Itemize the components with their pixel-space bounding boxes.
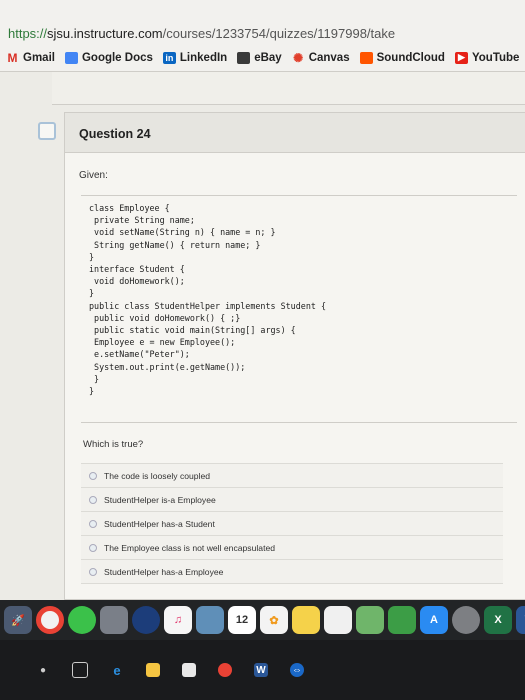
system-preferences-icon[interactable] bbox=[452, 606, 480, 634]
taskbar: ● e W ⇔ bbox=[0, 640, 525, 700]
answer-label: StudentHelper has-a Employee bbox=[104, 566, 224, 577]
bookmark-linkedin[interactable]: in LinkedIn bbox=[162, 51, 228, 64]
bookmark-label: SoundCloud bbox=[376, 51, 445, 64]
bookmark-canvas[interactable]: ✺ Canvas bbox=[292, 50, 350, 65]
notes-icon[interactable] bbox=[292, 606, 320, 634]
question-prompt: Which is true? bbox=[83, 439, 144, 450]
bookmark-youtube[interactable]: ▶ YouTube bbox=[454, 51, 520, 64]
bookmark-label: LinkedIn bbox=[179, 51, 228, 64]
teamviewer-icon[interactable]: ⇔ bbox=[290, 663, 304, 677]
docs-icon bbox=[64, 51, 78, 64]
messages-icon[interactable] bbox=[68, 606, 96, 634]
launchpad-icon[interactable]: 🚀 bbox=[4, 606, 32, 634]
answer-label: StudentHelper has-a Student bbox=[104, 518, 215, 529]
preview-icon[interactable] bbox=[196, 606, 224, 634]
soundcloud-icon bbox=[359, 51, 373, 64]
bookmark-label: Canvas bbox=[308, 51, 350, 64]
radio-button[interactable] bbox=[89, 567, 97, 576]
facetime-icon[interactable] bbox=[100, 606, 128, 634]
url-path: /courses/1233754/quizzes/1197998/take bbox=[162, 26, 396, 41]
answer-option[interactable]: The code is loosely coupled bbox=[81, 464, 503, 488]
dvd-icon[interactable] bbox=[132, 606, 160, 634]
flag-question-icon[interactable] bbox=[38, 122, 56, 140]
radio-button[interactable] bbox=[89, 495, 97, 504]
question-title: Question 24 bbox=[79, 127, 151, 141]
answer-option[interactable]: StudentHelper has-a Student bbox=[81, 512, 503, 536]
bookmark-label: Gmail bbox=[23, 51, 55, 64]
bookmark-google-docs[interactable]: Google Docs bbox=[64, 51, 153, 64]
page-header-strip bbox=[52, 72, 525, 105]
url-protocol: https:// bbox=[8, 26, 48, 41]
task-view-icon[interactable] bbox=[72, 662, 88, 678]
given-label: Given: bbox=[79, 170, 108, 181]
answer-label: StudentHelper is-a Employee bbox=[104, 494, 216, 505]
question-header: Question 24 bbox=[65, 113, 525, 153]
answer-label: The Employee class is not well encapsula… bbox=[104, 542, 276, 553]
linkedin-icon: in bbox=[162, 51, 176, 64]
code-text: class Employee { private String name; vo… bbox=[89, 203, 326, 397]
answer-option[interactable]: StudentHelper is-a Employee bbox=[81, 488, 503, 512]
photos-icon[interactable]: ✿ bbox=[260, 606, 288, 634]
answer-options: The code is loosely coupled StudentHelpe… bbox=[81, 463, 503, 584]
youtube-icon: ▶ bbox=[454, 51, 468, 64]
bookmark-ebay[interactable]: eBay bbox=[237, 51, 282, 64]
gmail-icon: M bbox=[7, 50, 18, 65]
facetime-video-icon[interactable] bbox=[388, 606, 416, 634]
ebay-icon bbox=[237, 51, 251, 64]
bookmark-label: Google Docs bbox=[81, 51, 153, 64]
bookmark-soundcloud[interactable]: SoundCloud bbox=[359, 51, 445, 64]
answer-option[interactable]: The Employee class is not well encapsula… bbox=[81, 536, 503, 560]
quiz-page: Question 24 Given: class Employee { priv… bbox=[0, 72, 525, 600]
url-host: sjsu.instructure.com bbox=[47, 26, 163, 41]
chrome-icon[interactable] bbox=[36, 606, 64, 634]
radio-button[interactable] bbox=[89, 471, 97, 480]
bookmarks-bar: M Gmail Google Docs in LinkedIn eBay ✺ C… bbox=[0, 44, 525, 72]
code-block: class Employee { private String name; vo… bbox=[81, 195, 517, 423]
app-store-icon[interactable]: A bbox=[420, 606, 448, 634]
store-icon[interactable] bbox=[182, 663, 196, 677]
bookmark-label: YouTube bbox=[471, 51, 520, 64]
music-icon[interactable]: ♫ bbox=[164, 606, 192, 634]
calendar-icon[interactable]: 12 bbox=[228, 606, 256, 634]
canvas-icon: ✺ bbox=[293, 50, 304, 65]
radio-button[interactable] bbox=[89, 519, 97, 528]
answer-option[interactable]: StudentHelper has-a Employee bbox=[81, 560, 503, 584]
question-card: Question 24 Given: class Employee { priv… bbox=[64, 112, 525, 600]
edge-icon[interactable]: e bbox=[110, 663, 124, 678]
chrome-taskbar-icon[interactable] bbox=[218, 663, 232, 677]
bookmark-label: eBay bbox=[254, 51, 282, 64]
excel-icon[interactable]: X bbox=[484, 606, 512, 634]
mic-icon[interactable]: ● bbox=[36, 663, 50, 677]
file-explorer-icon[interactable] bbox=[146, 663, 160, 677]
maps-icon[interactable] bbox=[356, 606, 384, 634]
app-dock: 🚀 ♫ 12 ✿ A X W bbox=[0, 600, 525, 640]
word-icon[interactable]: W bbox=[516, 606, 525, 634]
address-bar[interactable]: https://sjsu.instructure.com/courses/123… bbox=[0, 0, 525, 44]
answer-label: The code is loosely coupled bbox=[104, 470, 211, 481]
pages-icon[interactable] bbox=[324, 606, 352, 634]
word-taskbar-icon[interactable]: W bbox=[254, 663, 268, 677]
radio-button[interactable] bbox=[89, 543, 97, 552]
bookmark-gmail[interactable]: M Gmail bbox=[6, 50, 55, 65]
